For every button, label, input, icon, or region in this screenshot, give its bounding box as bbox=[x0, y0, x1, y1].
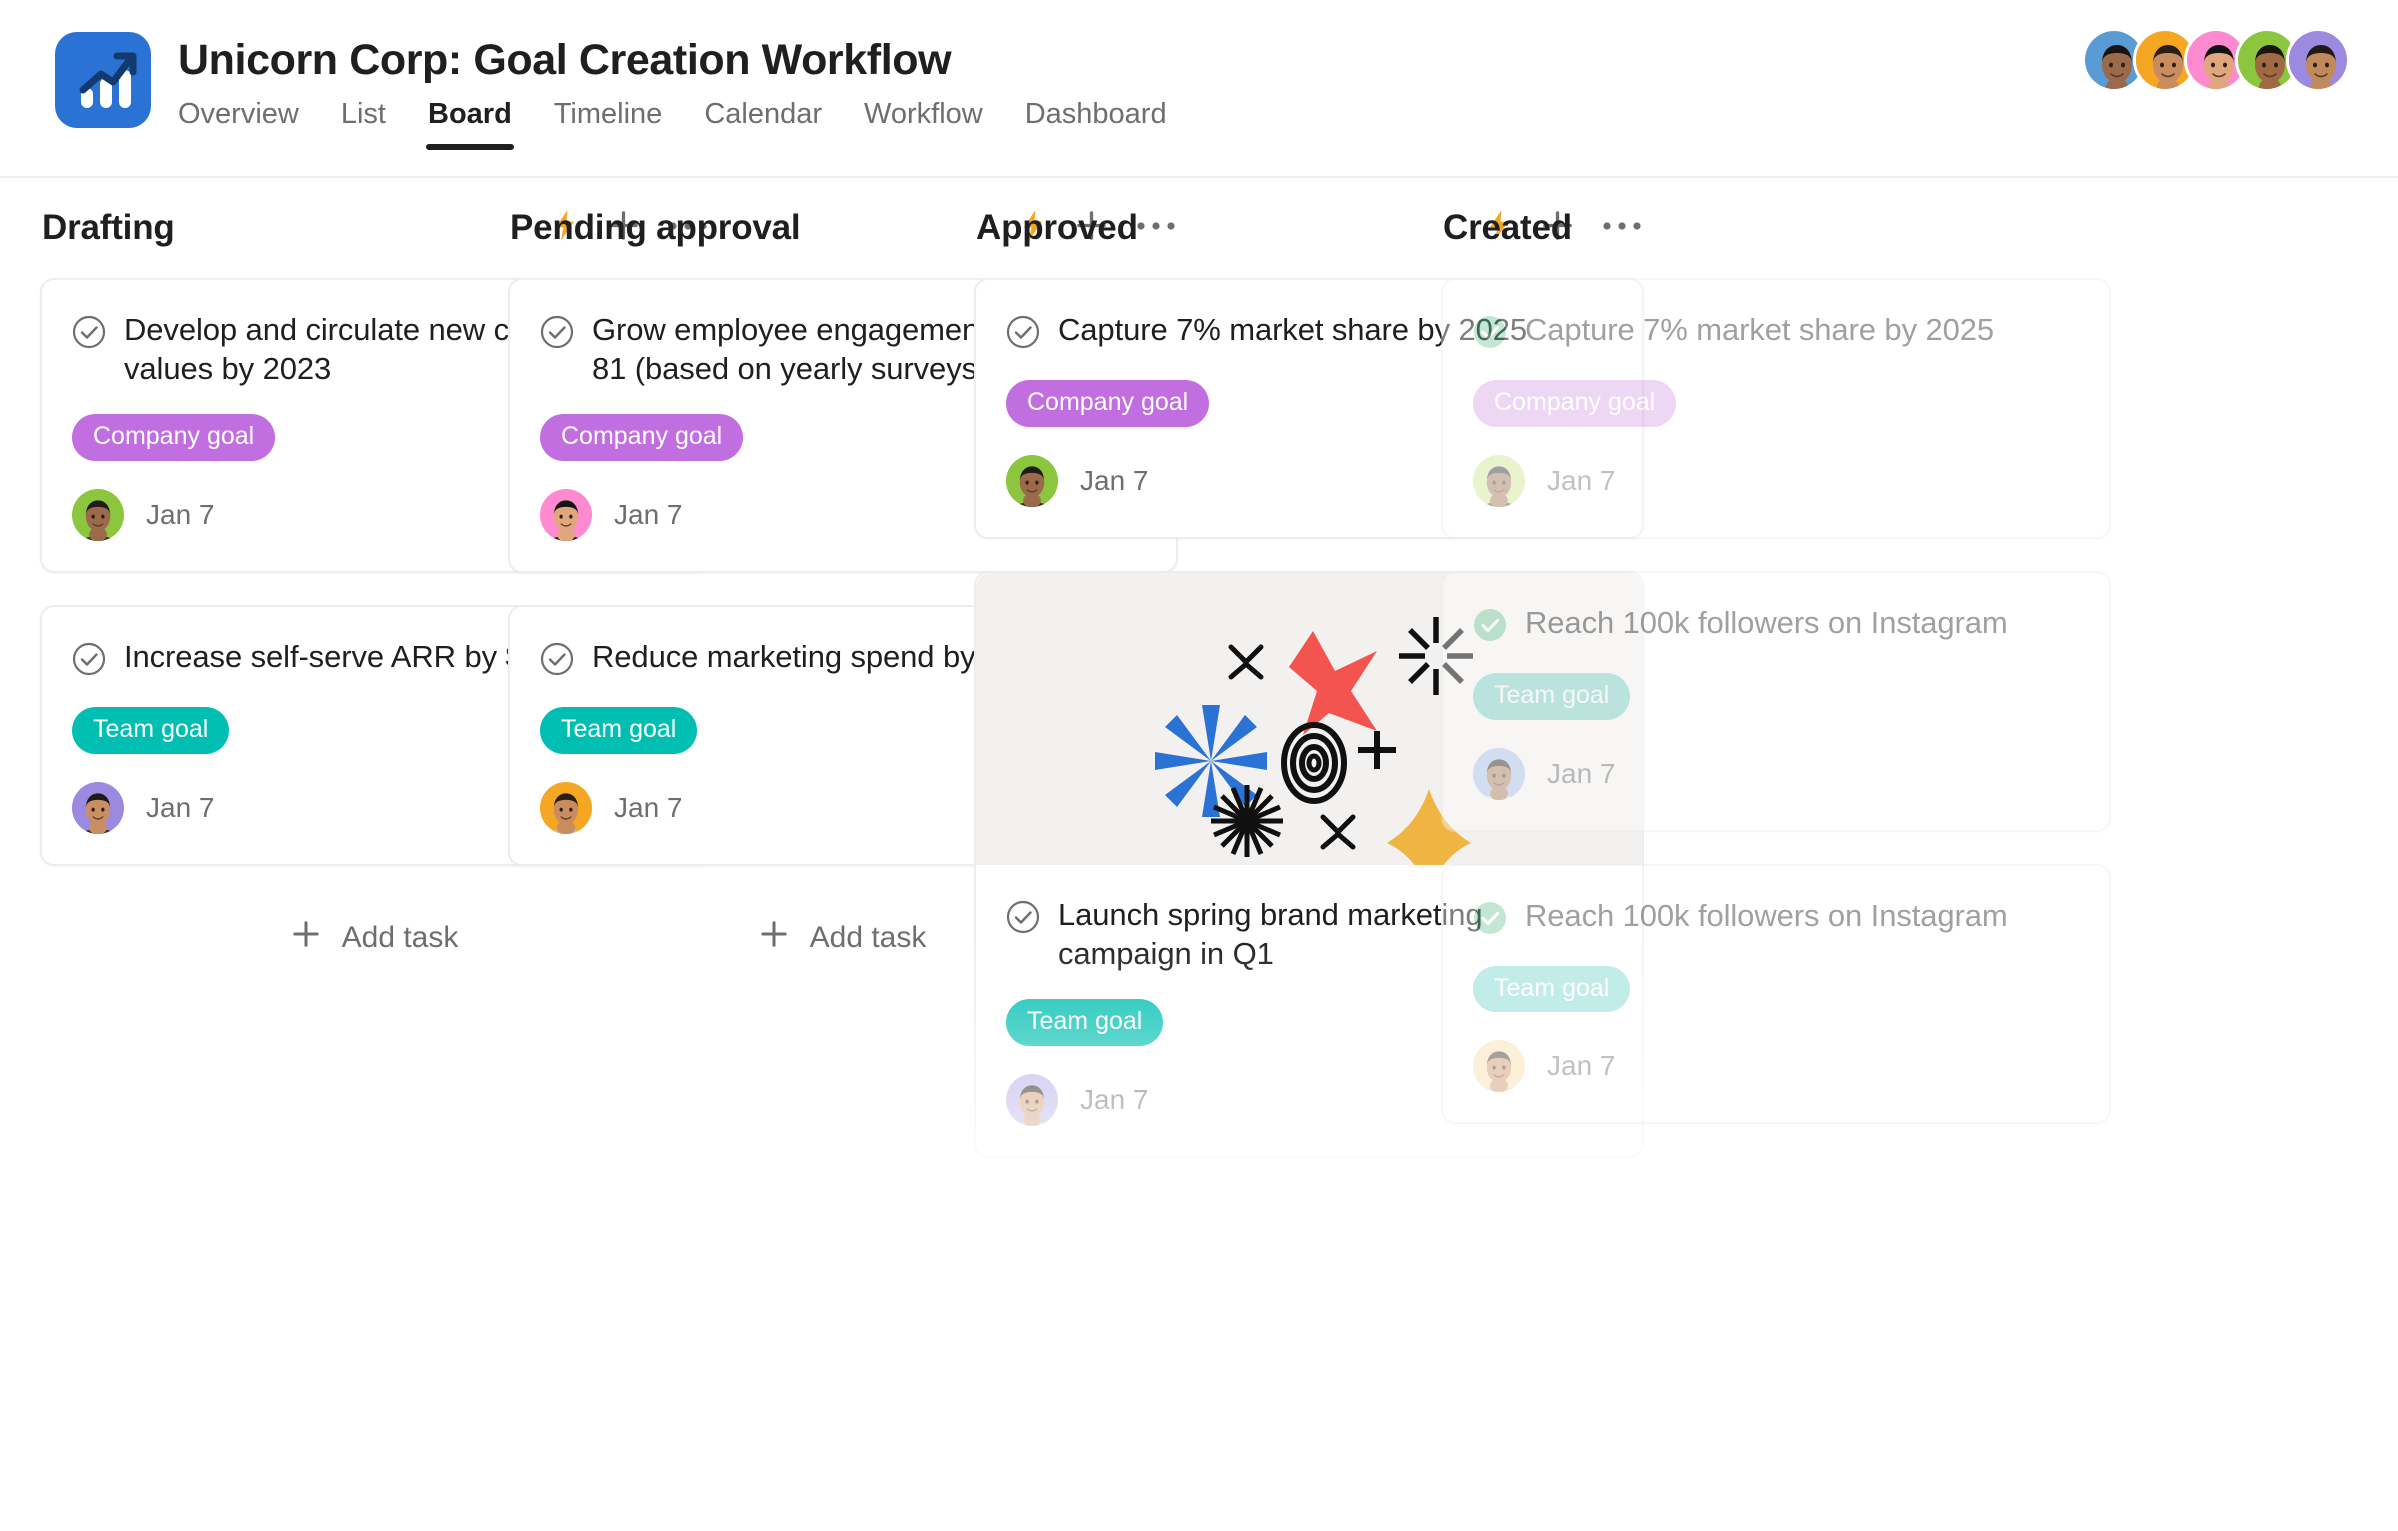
card-title-row: Capture 7% market share by 2025 bbox=[1473, 310, 2077, 354]
goal-type-badge[interactable]: Team goal bbox=[540, 707, 697, 754]
check-circle-icon[interactable] bbox=[1006, 315, 1040, 354]
tab-label: Overview bbox=[178, 98, 299, 130]
tab-timeline[interactable]: Timeline bbox=[554, 98, 663, 150]
card-title: Reach 100k followers on Instagram bbox=[1525, 603, 2008, 642]
tab-list[interactable]: List bbox=[341, 98, 386, 150]
check-circle-filled-icon bbox=[1473, 315, 1507, 349]
tab-label: List bbox=[341, 98, 386, 130]
due-date[interactable]: Jan 7 bbox=[1547, 465, 1616, 497]
goal-type-badge[interactable]: Company goal bbox=[540, 414, 743, 461]
assignee-avatar[interactable] bbox=[1473, 455, 1525, 507]
due-date[interactable]: Jan 7 bbox=[1547, 1050, 1616, 1082]
assignee-avatar[interactable] bbox=[1473, 1040, 1525, 1092]
column-header: Created bbox=[1441, 178, 2111, 278]
column-title: Created bbox=[1443, 208, 1572, 248]
plus-icon bbox=[760, 920, 788, 956]
due-date[interactable]: Jan 7 bbox=[1080, 465, 1149, 497]
goal-type-badge[interactable]: Company goal bbox=[1473, 380, 1676, 427]
due-date[interactable]: Jan 7 bbox=[146, 499, 215, 531]
assignee-avatar[interactable] bbox=[1006, 455, 1058, 507]
check-circle-icon bbox=[72, 315, 106, 349]
board-canvas: Drafting Develop and circulate new compa… bbox=[0, 178, 2398, 1531]
check-circle-icon[interactable] bbox=[1006, 900, 1040, 939]
tab-label: Timeline bbox=[554, 98, 663, 130]
card-title: Capture 7% market share by 2025 bbox=[1525, 310, 1994, 349]
chart-growth-icon bbox=[55, 32, 151, 128]
check-circle-filled-icon[interactable] bbox=[1473, 901, 1507, 940]
goal-type-badge[interactable]: Company goal bbox=[72, 414, 275, 461]
tab-label: Workflow bbox=[864, 98, 983, 130]
due-date[interactable]: Jan 7 bbox=[1080, 1084, 1149, 1116]
tab-dashboard[interactable]: Dashboard bbox=[1025, 98, 1167, 150]
task-card[interactable]: Reach 100k followers on Instagram Team go… bbox=[1441, 571, 2111, 832]
column-title: Drafting bbox=[42, 208, 175, 248]
due-date[interactable]: Jan 7 bbox=[614, 499, 683, 531]
add-task-label: Add task bbox=[810, 921, 927, 955]
column-title: Approved bbox=[976, 208, 1138, 248]
check-circle-icon[interactable] bbox=[540, 315, 574, 354]
tab-bar: Overview List Board Timeline Calendar Workflo… bbox=[178, 98, 1167, 150]
assignee-avatar[interactable] bbox=[72, 489, 124, 541]
assignee-avatar[interactable] bbox=[1473, 748, 1525, 800]
card-meta-row: Jan 7 bbox=[1473, 1040, 2077, 1092]
tab-workflow[interactable]: Workflow bbox=[864, 98, 983, 150]
due-date[interactable]: Jan 7 bbox=[1547, 758, 1616, 790]
tab-overview[interactable]: Overview bbox=[178, 98, 299, 150]
check-circle-icon[interactable] bbox=[72, 642, 106, 681]
check-circle-icon bbox=[540, 315, 574, 349]
goal-type-badge[interactable]: Team goal bbox=[1473, 966, 1630, 1013]
check-circle-filled-icon bbox=[1473, 901, 1507, 935]
assignee-avatar[interactable] bbox=[1006, 1074, 1058, 1126]
due-date[interactable]: Jan 7 bbox=[146, 792, 215, 824]
card-meta-row: Jan 7 bbox=[1473, 748, 2077, 800]
page-title: Unicorn Corp: Goal Creation Workflow bbox=[178, 34, 1167, 86]
task-card[interactable]: Capture 7% market share by 2025 Company g… bbox=[1441, 278, 2111, 539]
app-header: Unicorn Corp: Goal Creation Workflow Ove… bbox=[0, 0, 2398, 178]
board-column-created: Created Capture 7% market share by 2025C… bbox=[1441, 178, 2111, 1156]
tab-board[interactable]: Board bbox=[428, 98, 512, 150]
card-title-row: Reach 100k followers on Instagram bbox=[1473, 603, 2077, 647]
assignee-avatar[interactable] bbox=[72, 782, 124, 834]
check-circle-icon[interactable] bbox=[72, 315, 106, 354]
avatar[interactable] bbox=[2286, 28, 2350, 92]
add-task-label: Add task bbox=[342, 921, 459, 955]
check-circle-icon bbox=[72, 642, 106, 676]
header-left-group: Unicorn Corp: Goal Creation Workflow Ove… bbox=[55, 32, 1167, 150]
title-block: Unicorn Corp: Goal Creation Workflow Ove… bbox=[178, 32, 1167, 150]
check-circle-icon bbox=[1006, 315, 1040, 349]
goal-type-badge[interactable]: Company goal bbox=[1006, 380, 1209, 427]
plus-icon bbox=[292, 920, 320, 956]
check-circle-icon bbox=[540, 642, 574, 676]
column-title: Pending approval bbox=[510, 208, 800, 248]
goal-type-badge[interactable]: Team goal bbox=[1006, 999, 1163, 1046]
tab-label: Calendar bbox=[704, 98, 822, 130]
tab-label: Dashboard bbox=[1025, 98, 1167, 130]
member-avatar-stack[interactable] bbox=[2082, 28, 2350, 92]
card-meta-row: Jan 7 bbox=[1473, 455, 2077, 507]
task-card[interactable]: Reach 100k followers on Instagram Team go… bbox=[1441, 864, 2111, 1125]
card-title-row: Reach 100k followers on Instagram bbox=[1473, 896, 2077, 940]
check-circle-filled-icon[interactable] bbox=[1473, 315, 1507, 354]
tab-label: Board bbox=[428, 98, 512, 130]
check-circle-filled-icon bbox=[1473, 608, 1507, 642]
tab-calendar[interactable]: Calendar bbox=[704, 98, 822, 150]
goal-type-badge[interactable]: Team goal bbox=[72, 707, 229, 754]
check-circle-filled-icon[interactable] bbox=[1473, 608, 1507, 647]
check-circle-icon[interactable] bbox=[540, 642, 574, 681]
check-circle-icon bbox=[1006, 900, 1040, 934]
card-title: Reach 100k followers on Instagram bbox=[1525, 896, 2008, 935]
due-date[interactable]: Jan 7 bbox=[614, 792, 683, 824]
goal-type-badge[interactable]: Team goal bbox=[1473, 673, 1630, 720]
assignee-avatar[interactable] bbox=[540, 489, 592, 541]
assignee-avatar[interactable] bbox=[540, 782, 592, 834]
